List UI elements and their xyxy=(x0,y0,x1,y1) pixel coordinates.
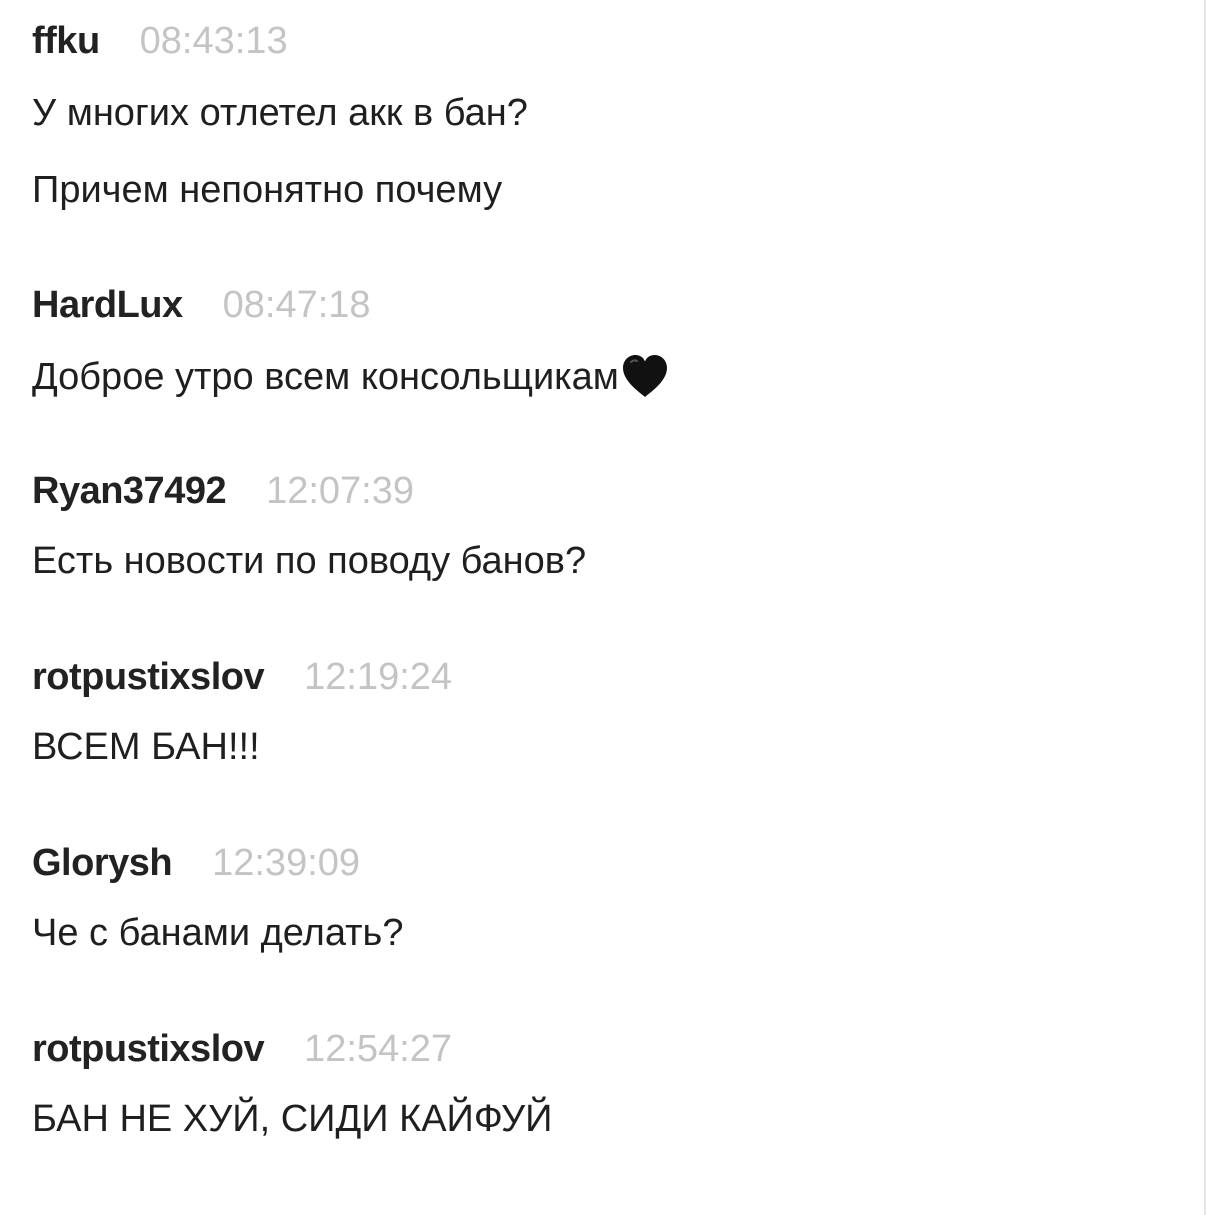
message-header: HardLux 08:47:18 xyxy=(32,284,371,334)
username[interactable]: Glorysh xyxy=(32,842,173,884)
timestamp: 08:47:18 xyxy=(222,284,371,326)
username[interactable]: rotpustixslov xyxy=(32,656,265,698)
message-text: Че с банами делать? xyxy=(32,912,404,954)
timestamp: 12:07:39 xyxy=(266,470,415,512)
message-text: У многих отлетел акк в бан? xyxy=(32,92,528,134)
timestamp: 12:39:09 xyxy=(212,842,361,884)
message-text: БАН НЕ ХУЙ, СИДИ КАЙФУЙ xyxy=(32,1098,553,1140)
message-header: ffku 08:43:13 xyxy=(32,20,288,70)
black-heart-icon xyxy=(620,353,670,399)
message-text: Доброе утро всем консольщикам xyxy=(32,356,619,398)
timestamp: 12:54:27 xyxy=(304,1028,453,1070)
message-header: Glorysh 12:39:09 xyxy=(32,842,360,892)
message-text: ВСЕМ БАН!!! xyxy=(32,726,260,768)
message-header: rotpustixslov 12:19:24 xyxy=(32,656,452,706)
timestamp: 12:19:24 xyxy=(304,656,453,698)
username[interactable]: HardLux xyxy=(32,284,183,326)
message-text-row: Доброе утро всем консольщикам xyxy=(32,353,670,399)
message-header: Ryan37492 12:07:39 xyxy=(32,470,414,520)
username[interactable]: ffku xyxy=(32,20,100,62)
message-text: Есть новости по поводу банов? xyxy=(32,540,587,582)
username[interactable]: rotpustixslov xyxy=(32,1028,265,1070)
message-header: rotpustixslov 12:54:27 xyxy=(32,1028,452,1078)
message-text: Причем непонятно почему xyxy=(32,169,503,211)
username[interactable]: Ryan37492 xyxy=(32,470,227,512)
timestamp: 08:43:13 xyxy=(139,20,288,62)
